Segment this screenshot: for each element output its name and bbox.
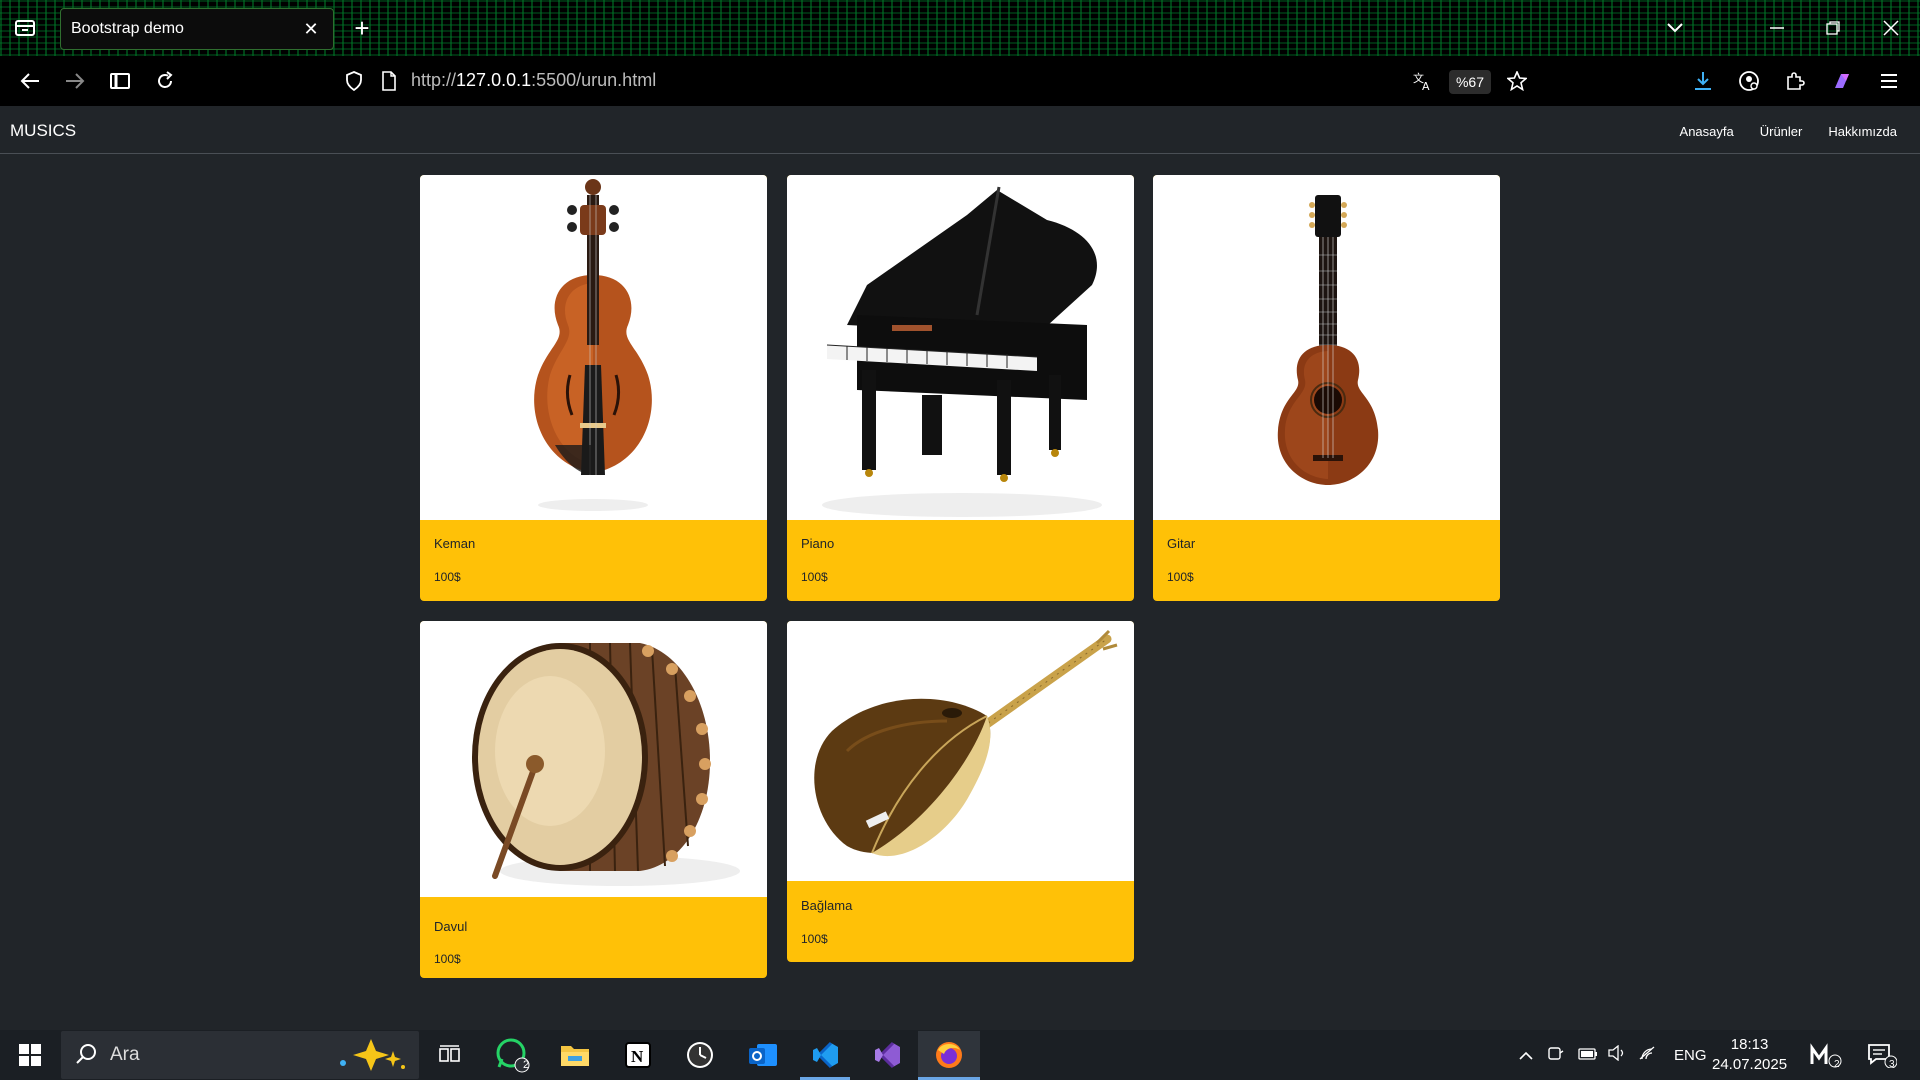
nav-link-about[interactable]: Hakkımızda <box>1828 124 1897 139</box>
minimize-icon[interactable] <box>1762 0 1792 56</box>
search-placeholder: Ara <box>110 1044 140 1065</box>
menu-icon[interactable] <box>1872 64 1906 98</box>
new-tab-icon[interactable]: + <box>350 0 374 56</box>
firefox-icon[interactable] <box>929 1035 969 1075</box>
product-price: 100$ <box>434 952 461 966</box>
account-icon[interactable] <box>1732 64 1766 98</box>
product-price: 100$ <box>1167 570 1194 584</box>
notification-count: 3 <box>1889 1059 1895 1070</box>
forward-icon[interactable] <box>58 64 92 98</box>
product-card[interactable]: Keman 100$ <box>420 175 767 601</box>
clock-app-icon[interactable] <box>680 1035 720 1075</box>
widgets-icon[interactable]: 2 <box>1806 1035 1846 1075</box>
nav-link-home[interactable]: Anasayfa <box>1680 124 1734 139</box>
product-name: Gitar <box>1167 536 1196 551</box>
file-explorer-icon[interactable] <box>555 1035 595 1075</box>
visual-studio-icon[interactable] <box>867 1035 907 1075</box>
product-image-violin <box>420 175 767 520</box>
clock-time: 18:13 <box>1730 1036 1769 1053</box>
language-indicator[interactable]: ENG <box>1674 1047 1707 1064</box>
restore-icon[interactable] <box>1818 0 1848 56</box>
taskbar-clock[interactable]: 18:13 24.07.2025 <box>1712 1035 1787 1075</box>
product-image-drum <box>420 621 767 897</box>
search-icon <box>75 1043 97 1070</box>
product-card[interactable]: Davul 100$ <box>420 621 767 978</box>
url-host: 127.0.0.1 <box>456 70 532 90</box>
clock-date: 24.07.2025 <box>1712 1056 1788 1073</box>
bookmark-star-icon[interactable] <box>1500 64 1534 98</box>
tab-overview-icon[interactable] <box>8 0 42 56</box>
product-name: Keman <box>434 536 476 551</box>
zoom-level-badge[interactable]: %67 <box>1449 70 1491 94</box>
product-image-baglama <box>787 621 1134 881</box>
browser-toolbar: http://127.0.0.1:5500/urun.html 文A <box>0 56 1920 106</box>
close-window-icon[interactable] <box>1876 0 1906 56</box>
translate-icon[interactable]: 文A <box>1406 64 1440 98</box>
svg-text:A: A <box>1422 80 1430 91</box>
url-bar[interactable]: http://127.0.0.1:5500/urun.html <box>411 70 656 91</box>
wifi-icon[interactable] <box>1638 1045 1668 1065</box>
system-tray: ENG <box>1518 1031 1707 1079</box>
product-name: Davul <box>434 919 468 934</box>
page-info-icon[interactable] <box>372 64 406 98</box>
product-name: Bağlama <box>801 898 853 913</box>
product-card[interactable]: Piano 100$ <box>787 175 1134 601</box>
site-brand[interactable]: MUSICS <box>10 121 76 141</box>
outlook-icon[interactable] <box>743 1035 783 1075</box>
tab-title: Bootstrap demo <box>71 20 184 37</box>
whatsapp-badge: 2 <box>523 1059 530 1071</box>
downloads-icon[interactable] <box>1686 64 1720 98</box>
product-price: 100$ <box>434 570 461 584</box>
product-price: 100$ <box>801 570 828 584</box>
vscode-icon[interactable] <box>805 1035 845 1075</box>
windows-start-icon[interactable] <box>10 1035 50 1075</box>
battery-icon[interactable] <box>1578 1047 1608 1064</box>
widgets-badge: 2 <box>1834 1059 1840 1070</box>
svg-text:N: N <box>631 1047 644 1066</box>
notification-center-icon[interactable]: 3 <box>1862 1035 1902 1075</box>
volume-icon[interactable] <box>1608 1044 1638 1065</box>
tab-list-chevron-icon[interactable] <box>1660 0 1690 56</box>
product-image-piano <box>787 175 1134 520</box>
product-name: Piano <box>801 536 835 551</box>
tracking-shield-icon[interactable] <box>337 64 371 98</box>
url-path: :5500/urun.html <box>531 70 657 90</box>
browser-tab[interactable]: Bootstrap demo ✕ <box>60 8 334 50</box>
product-card[interactable]: Bağlama 100$ <box>787 621 1134 962</box>
nav-link-products[interactable]: Ürünler <box>1760 124 1803 139</box>
tray-overflow-chevron-icon[interactable] <box>1518 1047 1538 1064</box>
taskbar-search[interactable]: Ara <box>61 1031 419 1079</box>
tab-close-icon[interactable]: ✕ <box>299 17 323 41</box>
task-view-icon[interactable] <box>430 1035 470 1075</box>
meet-now-icon[interactable] <box>1548 1045 1578 1065</box>
whatsapp-icon[interactable]: 2 <box>493 1035 533 1075</box>
url-scheme: http:// <box>411 70 457 90</box>
notion-icon[interactable]: N <box>618 1035 658 1075</box>
ai-assistant-icon[interactable] <box>1825 64 1859 98</box>
site-nav-links: Anasayfa Ürünler Hakkımızda <box>1680 124 1897 139</box>
back-icon[interactable] <box>13 64 47 98</box>
extensions-icon[interactable] <box>1778 64 1812 98</box>
product-image-guitar <box>1153 175 1500 520</box>
product-price: 100$ <box>801 932 828 946</box>
reload-icon[interactable] <box>148 64 182 98</box>
copilot-sparkle-icon <box>331 1037 411 1078</box>
sidebar-icon[interactable] <box>103 64 137 98</box>
product-card[interactable]: Gitar 100$ <box>1153 175 1500 601</box>
site-navbar: MUSICS Anasayfa Ürünler Hakkımızda <box>0 106 1920 154</box>
